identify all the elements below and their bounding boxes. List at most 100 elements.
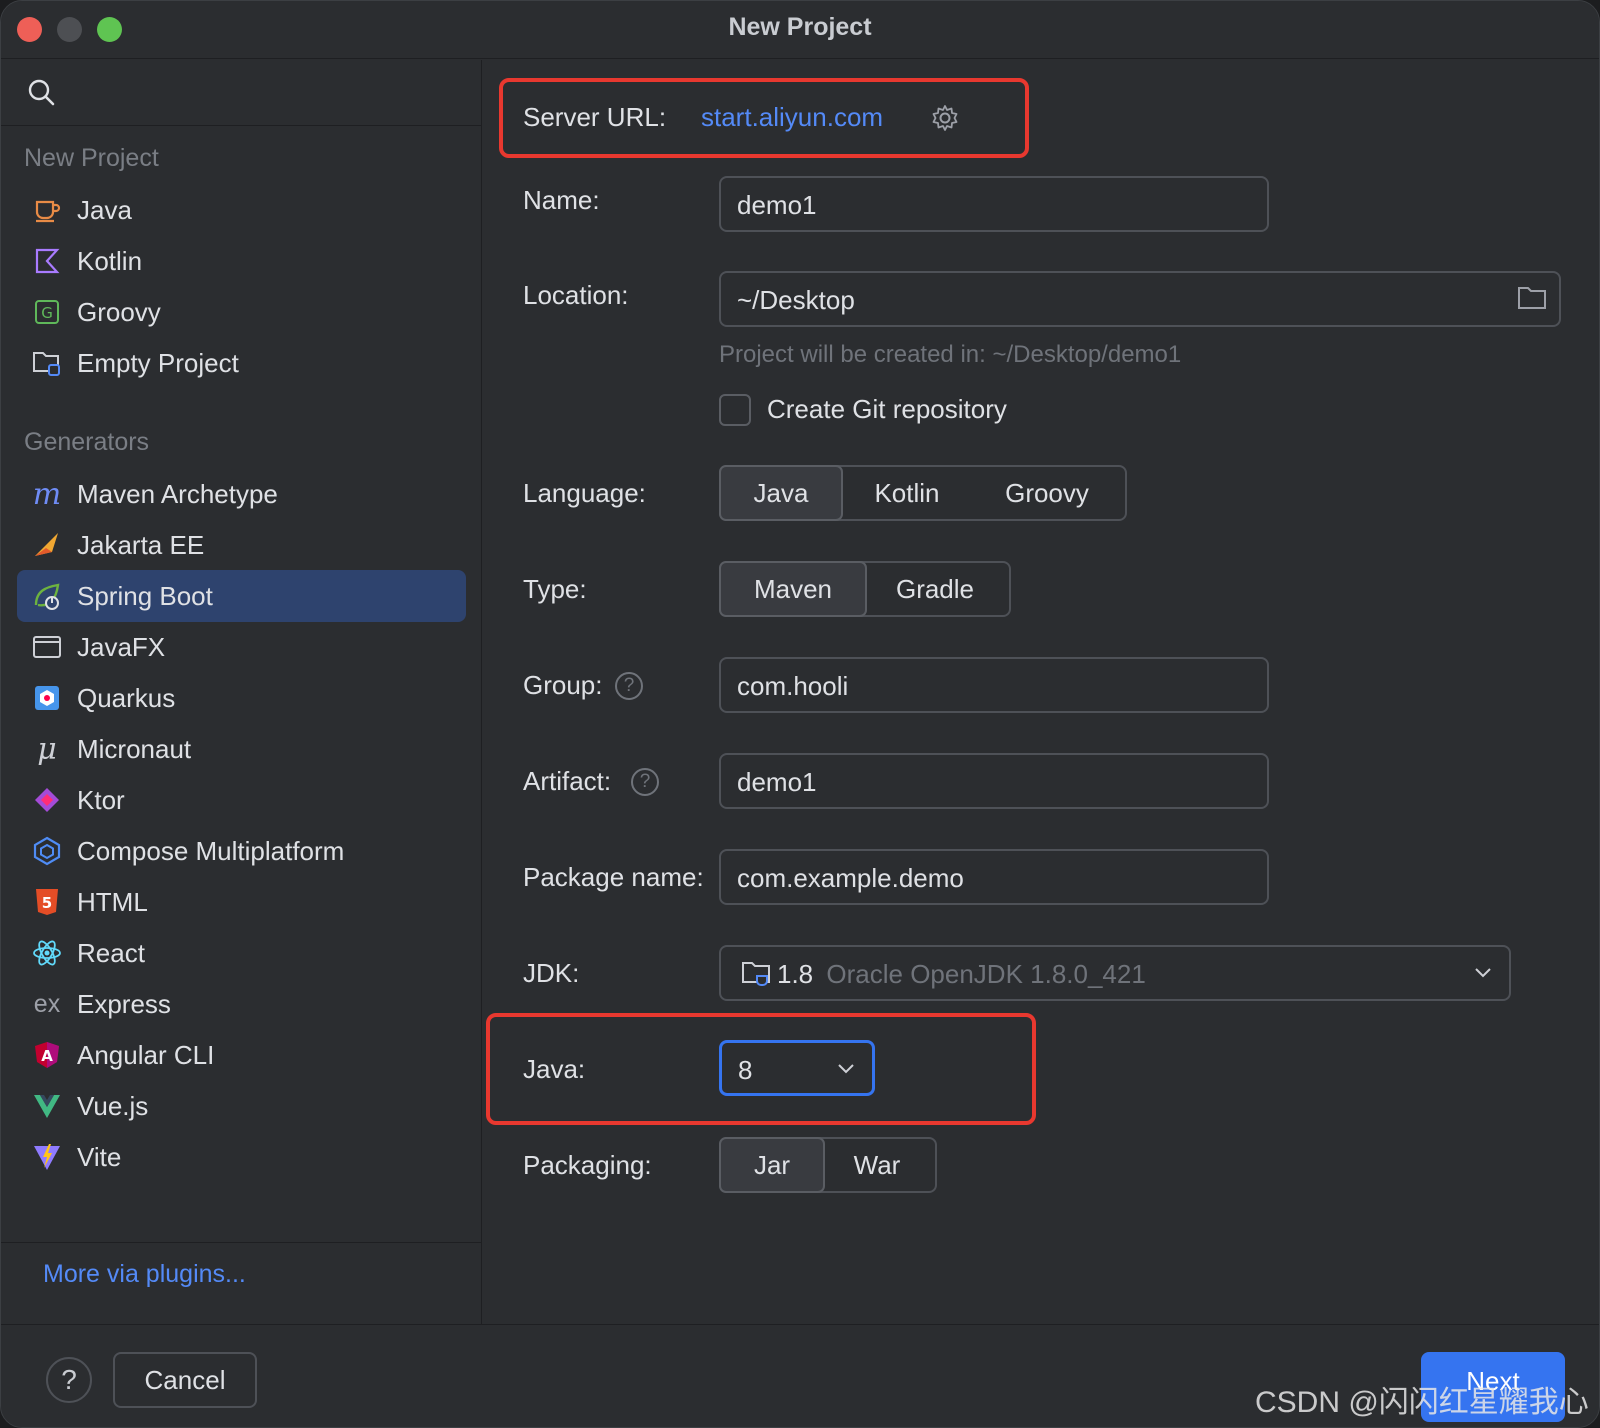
sidebar-item-quarkus[interactable]: Quarkus	[17, 672, 466, 724]
name-field[interactable]: demo1	[719, 176, 1269, 232]
sidebar-item-label: JavaFX	[77, 632, 166, 662]
groovy-icon: G	[32, 297, 62, 327]
sidebar-item-angular-cli[interactable]: A Angular CLI	[17, 1029, 466, 1081]
sidebar-item-react[interactable]: React	[17, 927, 466, 979]
window-title: New Project	[728, 13, 872, 41]
java-version-dropdown[interactable]: 8	[719, 1040, 875, 1096]
language-option-kotlin[interactable]: Kotlin	[841, 467, 973, 519]
type-option-gradle[interactable]: Gradle	[865, 563, 1005, 615]
sidebar-item-micronaut[interactable]: μ Micronaut	[17, 723, 466, 775]
sidebar-item-label: Empty Project	[77, 348, 239, 378]
java-cup-icon	[32, 195, 62, 225]
compose-icon	[32, 836, 62, 866]
html5-icon: 5	[32, 887, 62, 917]
name-label: Name:	[523, 185, 600, 215]
sidebar-item-groovy[interactable]: G Groovy	[17, 286, 466, 338]
sidebar-item-compose-multiplatform[interactable]: Compose Multiplatform	[17, 825, 466, 877]
type-option-maven[interactable]: Maven	[719, 561, 867, 617]
sidebar-item-html[interactable]: 5 HTML	[17, 876, 466, 928]
packaging-option-war[interactable]: War	[823, 1139, 931, 1191]
package-name-field[interactable]: com.example.demo	[719, 849, 1269, 905]
type-selector: Maven Gradle	[719, 561, 1011, 617]
ktor-icon	[32, 785, 62, 815]
more-via-plugins-link[interactable]: More via plugins...	[43, 1260, 246, 1289]
jdk-version: 1.8	[777, 959, 814, 989]
svg-text:A: A	[41, 1047, 53, 1065]
packaging-option-jar[interactable]: Jar	[719, 1137, 825, 1193]
sidebar-item-label: Express	[77, 989, 171, 1019]
sidebar-item-vuejs[interactable]: Vue.js	[17, 1080, 466, 1132]
chevron-down-icon	[1475, 968, 1491, 978]
sidebar-item-vite[interactable]: Vite	[17, 1131, 466, 1183]
sidebar-item-label: Maven Archetype	[77, 479, 278, 509]
sidebar-item-label: Ktor	[77, 785, 125, 815]
spring-boot-icon	[32, 581, 62, 611]
empty-project-icon	[32, 348, 62, 378]
vue-icon	[32, 1091, 62, 1121]
angular-icon: A	[32, 1040, 62, 1070]
new-project-dialog: New Project New Project Java Kotlin G Gr…	[0, 0, 1600, 1428]
sidebar-item-label: Kotlin	[77, 246, 143, 276]
sidebar-item-spring-boot[interactable]: Spring Boot	[17, 570, 466, 622]
sidebar-item-empty-project[interactable]: Empty Project	[17, 337, 466, 389]
group-field[interactable]: com.hooli	[719, 657, 1269, 713]
sidebar-item-label: Vite	[77, 1142, 122, 1172]
cancel-button[interactable]: Cancel	[113, 1352, 257, 1408]
server-url-link[interactable]: start.aliyun.com	[701, 102, 883, 133]
sidebar-item-javafx[interactable]: JavaFX	[17, 621, 466, 673]
help-button[interactable]: ?	[46, 1357, 92, 1403]
language-selector: Java Kotlin Groovy	[719, 465, 1127, 521]
sidebar-search[interactable]	[1, 60, 481, 126]
maven-icon: m	[32, 476, 62, 512]
artifact-help-icon[interactable]: ?	[631, 768, 659, 796]
sidebar-item-java[interactable]: Java	[17, 184, 466, 236]
jakarta-icon	[32, 530, 62, 560]
sidebar-item-express[interactable]: ex Express	[17, 978, 466, 1030]
sidebar-item-label: Micronaut	[77, 734, 192, 764]
language-option-java[interactable]: Java	[719, 465, 843, 521]
search-icon[interactable]	[27, 78, 57, 108]
kotlin-icon	[32, 246, 62, 276]
svg-text:G: G	[41, 304, 53, 322]
java-version-value: 8	[738, 1055, 753, 1085]
chevron-down-icon	[838, 1064, 854, 1074]
sidebar-item-maven-archetype[interactable]: m Maven Archetype	[17, 468, 466, 520]
project-settings-form: Server URL: start.aliyun.com Name: demo1…	[483, 60, 1599, 1324]
server-url-label: Server URL:	[523, 102, 667, 132]
svg-text:5: 5	[42, 894, 52, 912]
create-git-label[interactable]: Create Git repository	[767, 394, 1007, 425]
sidebar-item-label: Java	[77, 195, 132, 225]
sidebar-item-jakarta-ee[interactable]: Jakarta EE	[17, 519, 466, 571]
sidebar-item-label: Spring Boot	[77, 581, 213, 611]
package-name-label: Package name:	[523, 862, 704, 892]
folder-icon[interactable]	[1517, 285, 1547, 311]
sidebar-item-label: Jakarta EE	[77, 530, 205, 560]
gear-icon[interactable]	[930, 103, 960, 138]
create-git-checkbox[interactable]	[719, 394, 751, 426]
javafx-icon	[32, 632, 62, 662]
group-help-icon[interactable]: ?	[615, 672, 643, 700]
sidebar-item-ktor[interactable]: Ktor	[17, 774, 466, 826]
location-hint: Project will be created in: ~/Desktop/de…	[719, 341, 1182, 368]
artifact-field[interactable]: demo1	[719, 753, 1269, 809]
language-option-groovy[interactable]: Groovy	[973, 467, 1121, 519]
sidebar-item-label: HTML	[77, 887, 148, 917]
sidebar-item-kotlin[interactable]: Kotlin	[17, 235, 466, 287]
type-label: Type:	[523, 574, 587, 604]
sidebar-item-label: Angular CLI	[77, 1040, 215, 1070]
express-icon: ex	[33, 989, 61, 1018]
location-field[interactable]: ~/Desktop	[719, 271, 1561, 327]
dialog-footer: ? Cancel Next CSDN @闪闪红星耀我心	[1, 1324, 1599, 1427]
sidebar-item-label: Compose Multiplatform	[77, 836, 345, 866]
vite-icon	[32, 1142, 62, 1172]
generators-heading: Generators	[24, 428, 150, 456]
sidebar-item-label: React	[77, 938, 145, 968]
sidebar-item-label: Vue.js	[77, 1091, 149, 1121]
jdk-name: Oracle OpenJDK 1.8.0_421	[826, 959, 1146, 989]
location-value: ~/Desktop	[737, 285, 855, 315]
quarkus-icon	[32, 683, 62, 713]
packaging-selector: Jar War	[719, 1137, 937, 1193]
jdk-dropdown[interactable]: 1.8 Oracle OpenJDK 1.8.0_421	[719, 945, 1511, 1001]
jdk-label: JDK:	[523, 958, 580, 988]
watermark: CSDN @闪闪红星耀我心	[1255, 1386, 1589, 1419]
